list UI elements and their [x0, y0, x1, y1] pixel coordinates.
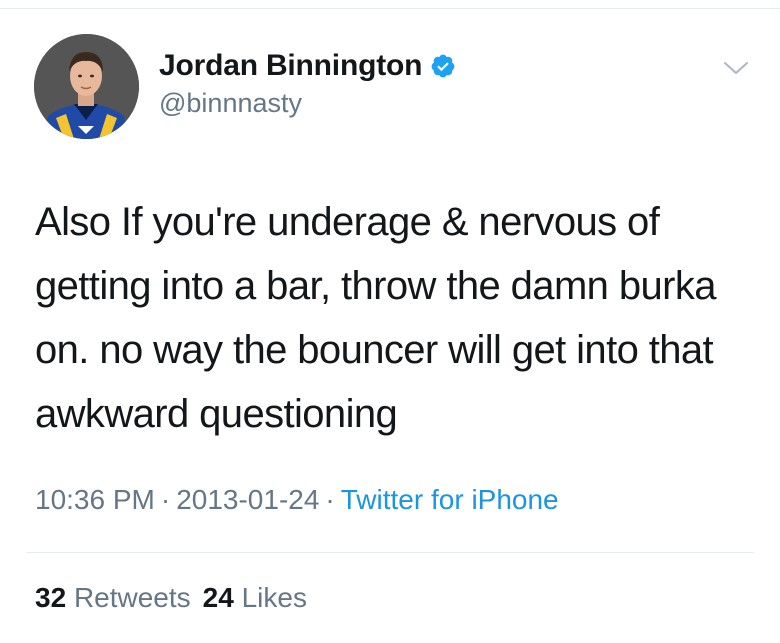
author-name-row[interactable]: Jordan Binnington [159, 47, 456, 85]
stats-divider [26, 552, 754, 553]
tweet-text: Also If you're underage & nervous of get… [35, 200, 716, 436]
tweet-date[interactable]: 2013-01-24 [176, 484, 319, 515]
tweet-stats: 32 Retweets 24 Likes [35, 582, 319, 614]
retweets-label: Retweets [73, 582, 191, 613]
chevron-down-icon[interactable] [722, 58, 750, 78]
avatar-photo [34, 34, 139, 139]
avatar[interactable] [34, 34, 139, 139]
likes-count: 24 [202, 582, 234, 613]
tweet-meta: 10:36 PM · 2013-01-24 · Twitter for iPhone [35, 484, 559, 516]
likes-stat[interactable]: 24 Likes [203, 582, 307, 613]
meta-separator: · [160, 484, 171, 515]
retweets-count: 32 [35, 582, 67, 613]
top-divider [0, 8, 780, 9]
likes-label: Likes [241, 582, 307, 613]
author-display-name[interactable]: Jordan Binnington [159, 49, 422, 83]
verified-badge-icon [430, 53, 456, 79]
tweet-time[interactable]: 10:36 PM [35, 484, 155, 515]
retweets-stat[interactable]: 32 Retweets [35, 582, 191, 613]
author-handle[interactable]: @binnnasty [159, 88, 302, 119]
meta-separator: · [325, 484, 335, 515]
tweet-source-link[interactable]: Twitter for iPhone [341, 484, 559, 515]
